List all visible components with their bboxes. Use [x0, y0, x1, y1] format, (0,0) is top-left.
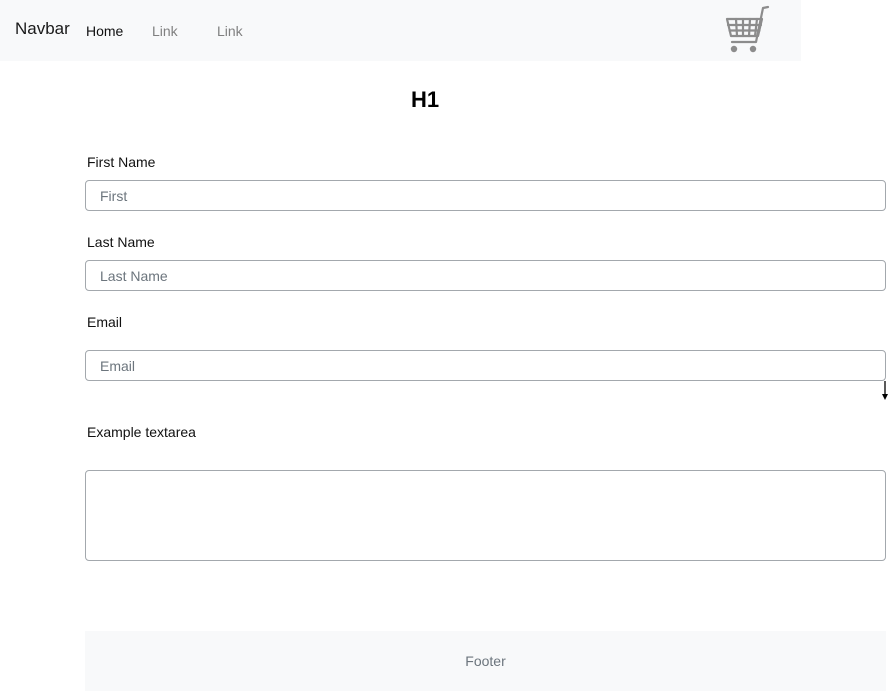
example-textarea[interactable] — [85, 470, 886, 561]
email-label: Email — [87, 314, 123, 330]
footer: Footer — [85, 631, 886, 691]
navbar: Navbar Home Link Link — [0, 0, 801, 61]
textarea-label: Example textarea — [87, 424, 196, 440]
nav-link-2[interactable]: Link — [217, 22, 243, 40]
email-input[interactable] — [85, 350, 886, 381]
nav-link-home[interactable]: Home — [86, 22, 123, 40]
last-name-label: Last Name — [87, 234, 155, 250]
nav-link-1[interactable]: Link — [152, 22, 178, 40]
footer-text: Footer — [465, 653, 506, 669]
first-name-input[interactable] — [85, 180, 886, 211]
first-name-label: First Name — [87, 154, 156, 170]
shopping-cart-icon[interactable] — [722, 4, 772, 58]
arrow-down-icon — [880, 381, 890, 401]
last-name-input[interactable] — [85, 260, 886, 291]
page-title: H1 — [410, 87, 440, 112]
navbar-brand[interactable]: Navbar — [15, 19, 70, 39]
